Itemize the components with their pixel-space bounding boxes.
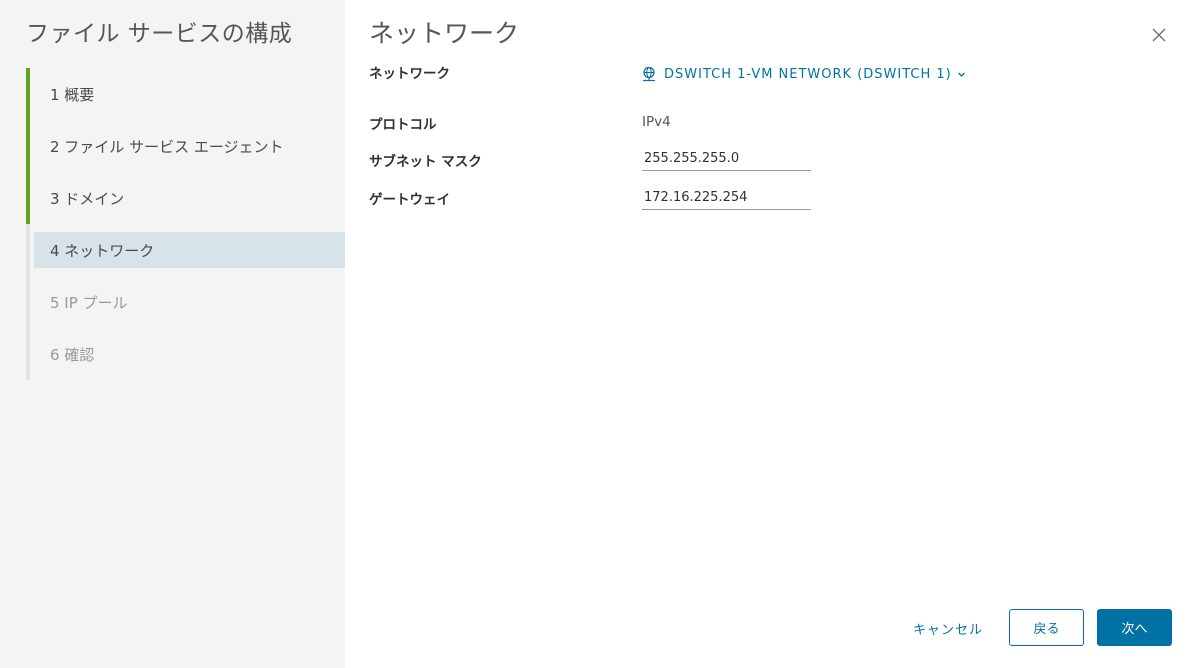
step-file-service-agent[interactable]: 2 ファイル サービス エージェント — [26, 120, 345, 172]
globe-network-icon — [641, 66, 657, 82]
network-value: DSWITCH 1-VM NETWORK (DSWITCH 1) — [664, 66, 952, 82]
chevron-down-icon — [957, 70, 966, 79]
subnet-mask-label: サブネット マスク — [369, 154, 482, 170]
cancel-button[interactable]: キャンセル — [902, 610, 994, 646]
network-label: ネットワーク — [369, 66, 450, 82]
step-overview[interactable]: 1 概要 — [26, 68, 345, 120]
step-label: 5 IP プール — [50, 293, 128, 312]
step-label: 1 概要 — [50, 85, 95, 104]
step-label: 3 ドメイン — [50, 189, 125, 208]
wizard-sidebar: ファイル サービスの構成 1 概要 2 ファイル サービス エージェント 3 ド… — [0, 0, 345, 668]
gateway-input[interactable] — [642, 186, 811, 210]
next-button[interactable]: 次へ — [1097, 609, 1172, 646]
back-button[interactable]: 戻る — [1009, 609, 1084, 646]
gateway-label: ゲートウェイ — [369, 192, 450, 208]
step-label: 4 ネットワーク — [50, 241, 155, 260]
subnet-mask-input[interactable] — [642, 147, 811, 171]
step-review: 6 確認 — [26, 328, 345, 380]
close-button[interactable] — [1148, 24, 1170, 46]
network-dropdown[interactable]: DSWITCH 1-VM NETWORK (DSWITCH 1) — [641, 66, 966, 82]
wizard-dialog: ファイル サービスの構成 1 概要 2 ファイル サービス エージェント 3 ド… — [0, 0, 1200, 668]
wizard-title: ファイル サービスの構成 — [26, 21, 293, 47]
protocol-label: プロトコル — [369, 117, 437, 133]
step-domain[interactable]: 3 ドメイン — [26, 172, 345, 224]
page-title: ネットワーク — [369, 19, 520, 48]
step-label: 6 確認 — [50, 345, 95, 364]
protocol-value: IPv4 — [642, 114, 671, 130]
step-ip-pool: 5 IP プール — [26, 276, 345, 328]
close-icon — [1152, 28, 1166, 42]
step-label: 2 ファイル サービス エージェント — [50, 137, 284, 156]
wizard-steps: 1 概要 2 ファイル サービス エージェント 3 ドメイン 4 ネットワーク … — [26, 68, 345, 380]
step-network[interactable]: 4 ネットワーク — [26, 224, 345, 276]
